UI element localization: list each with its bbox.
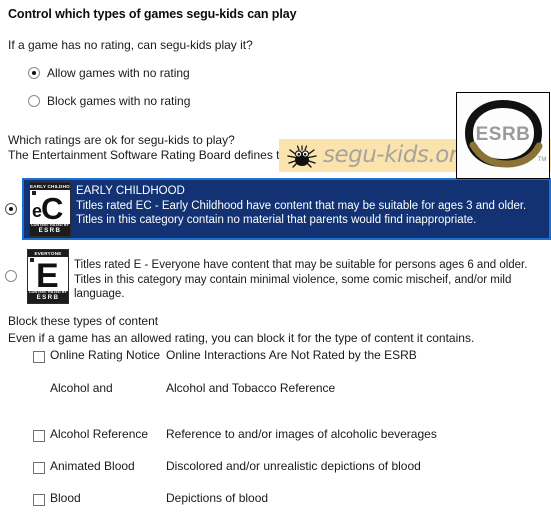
content-descriptor-label-animated-blood: Animated Blood — [50, 459, 135, 473]
esrb-icon-foot-bottom-ec: ESRB — [38, 227, 62, 235]
content-descriptor-label-alcohol-and: Alcohol and — [50, 381, 113, 395]
rating-icon-cell-e: EVERYONE E CONTENT RATED BY ESRB — [22, 245, 74, 307]
esrb-icon-corner-dot-ec — [32, 190, 36, 195]
rating-radio-cell-ec[interactable] — [0, 178, 22, 240]
checkbox-blood[interactable] — [33, 494, 45, 506]
content-descriptor-description-animated-blood: Discolored and/or unrealistic depictions… — [166, 459, 421, 473]
rating-row-everyone[interactable]: EVERYONE E CONTENT RATED BY ESRB Titles … — [0, 245, 551, 307]
svg-text:TM: TM — [538, 157, 547, 163]
rating-band-early-childhood[interactable]: EARLY CHILDHOOD e C CONTENT RATED BY ESR… — [22, 178, 551, 240]
block-content-heading: Block these types of content — [8, 314, 159, 328]
watermark-text: segu-kids.org — [323, 142, 472, 168]
radio-indicator-everyone[interactable] — [5, 270, 17, 282]
content-descriptor-row-alcohol-and[interactable]: Alcohol and Alcohol and Tobacco Referenc… — [0, 381, 551, 401]
checkbox-animated-blood[interactable] — [33, 462, 45, 474]
ec-glyph-icon: e C — [32, 192, 63, 222]
svg-text:C: C — [41, 192, 63, 222]
content-descriptor-description-alcohol-reference: Reference to and/or images of alcoholic … — [166, 427, 437, 441]
content-descriptor-row-online-rating-notice[interactable]: Online Rating Notice Online Interactions… — [0, 348, 551, 368]
content-descriptor-description-blood: Depictions of blood — [166, 491, 269, 505]
content-descriptor-row-alcohol-reference[interactable]: Alcohol Reference Reference to and/or im… — [0, 427, 551, 447]
esrb-logo-icon: ESRB TM — [464, 99, 547, 168]
esrb-icon-glyph-e: E — [28, 257, 68, 291]
esrb-icon-foot-ec: CONTENT RATED BY ESRB — [30, 223, 70, 236]
svg-text:ESRB: ESRB — [476, 124, 531, 145]
esrb-rating-icon-ec: EARLY CHILDHOOD e C CONTENT RATED BY ESR… — [29, 181, 71, 237]
rating-description-ec: Titles rated EC - Early Childhood have c… — [76, 199, 527, 227]
radio-indicator-allow[interactable] — [28, 67, 40, 79]
page-title: Control which types of games segu-kids c… — [8, 7, 297, 21]
content-descriptor-label-alcohol-reference: Alcohol Reference — [50, 427, 149, 441]
esrb-icon-corner-dot-e — [30, 257, 34, 262]
radio-label-allow: Allow games with no rating — [47, 66, 190, 80]
checkbox-online-rating-notice[interactable] — [33, 351, 45, 363]
esrb-icon-cap-ec: EARLY CHILDHOOD — [30, 182, 70, 190]
spider-icon — [287, 144, 317, 168]
block-content-subheading: Even if a game has an allowed rating, yo… — [8, 331, 475, 345]
content-descriptor-row-animated-blood[interactable]: Animated Blood Discolored and/or unreali… — [0, 459, 551, 479]
rating-title-ec: EARLY CHILDHOOD — [76, 185, 185, 197]
content-descriptor-description-alcohol-and: Alcohol and Tobacco Reference — [166, 381, 336, 395]
content-descriptor-row-blood[interactable]: Blood Depictions of blood — [0, 491, 551, 511]
radio-option-allow-no-rating[interactable]: Allow games with no rating — [28, 66, 190, 80]
radio-indicator-early-childhood[interactable] — [5, 203, 17, 215]
esrb-icon-foot-e: CONTENT RATED BY ESRB — [28, 290, 68, 303]
e-glyph-icon: E — [36, 258, 59, 290]
rating-row-early-childhood[interactable]: EARLY CHILDHOOD e C CONTENT RATED BY ESR… — [0, 178, 551, 240]
content-descriptor-label-online-rating-notice: Online Rating Notice — [50, 348, 161, 362]
rating-icon-cell-ec: EARLY CHILDHOOD e C CONTENT RATED BY ESR… — [24, 180, 76, 238]
rating-text-ec: EARLY CHILDHOOD Titles rated EC - Early … — [76, 180, 549, 228]
esrb-icon-glyph-ec: e C — [30, 190, 70, 224]
esrb-rating-icon-e: EVERYONE E CONTENT RATED BY ESRB — [27, 248, 69, 304]
rating-text-e: Titles rated E - Everyone have content t… — [74, 245, 551, 302]
radio-option-block-no-rating[interactable]: Block games with no rating — [28, 94, 190, 108]
esrb-logo-box: ESRB TM — [456, 92, 550, 179]
rating-radio-cell-e[interactable] — [0, 245, 22, 307]
esrb-icon-cap-e: EVERYONE — [28, 249, 68, 257]
content-descriptor-description-online-rating-notice: Online Interactions Are Not Rated by the… — [166, 348, 417, 362]
rating-description-e: Titles rated E - Everyone have content t… — [74, 259, 528, 300]
no-rating-question: If a game has no rating, can segu-kids p… — [8, 38, 253, 52]
checkbox-alcohol-reference[interactable] — [33, 430, 45, 442]
radio-label-block: Block games with no rating — [47, 94, 191, 108]
esrb-icon-foot-bottom-e: ESRB — [36, 294, 60, 302]
svg-text:E: E — [36, 258, 59, 290]
content-descriptor-label-blood: Blood — [50, 491, 81, 505]
radio-indicator-block[interactable] — [28, 95, 40, 107]
rating-band-everyone[interactable]: EVERYONE E CONTENT RATED BY ESRB Titles … — [22, 245, 551, 307]
